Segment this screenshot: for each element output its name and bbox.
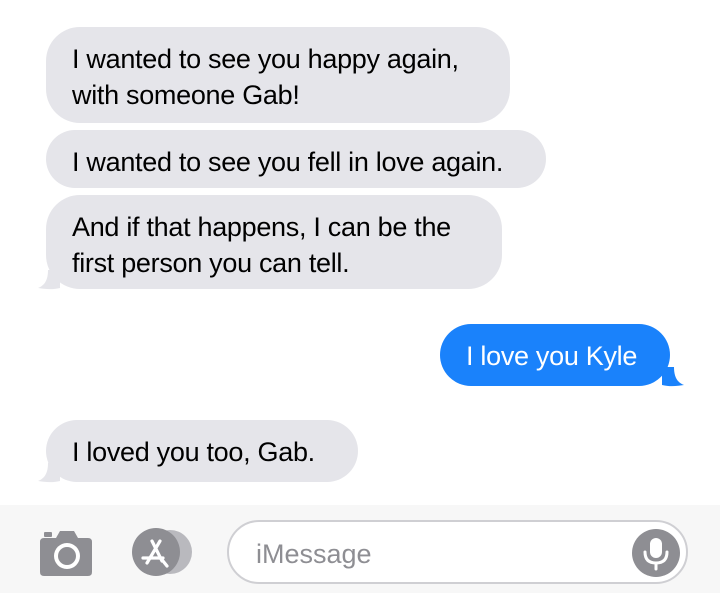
message-bubble-incoming[interactable]: I wanted to see you fell in love again. (46, 130, 546, 188)
message-bubble-outgoing[interactable]: I love you Kyle (440, 324, 670, 386)
camera-button[interactable] (38, 526, 94, 578)
bubble-tail-incoming (38, 463, 60, 483)
bubble-tail-outgoing (662, 367, 684, 387)
message-bubble-incoming[interactable]: I loved you too, Gab. (46, 420, 358, 482)
dictation-button[interactable] (632, 529, 680, 577)
message-thread-screen: I wanted to see you happy again, with so… (0, 0, 720, 593)
message-bubble-incoming[interactable]: I wanted to see you happy again, with so… (46, 27, 510, 123)
message-text-line: first person you can tell. (72, 248, 350, 278)
imessage-placeholder: iMessage (256, 539, 372, 569)
imessage-input-field[interactable]: iMessage (227, 520, 688, 584)
message-text-line: I wanted to see you fell in love again. (72, 147, 504, 177)
message-text-line: I loved you too, Gab. (72, 437, 315, 467)
bubble-tail-incoming (38, 270, 60, 290)
message-text-line: with someone Gab! (72, 80, 300, 110)
app-drawer-button[interactable] (130, 528, 196, 576)
app-store-icon (132, 528, 192, 576)
message-text-line: I love you Kyle (466, 341, 638, 371)
camera-icon (40, 531, 92, 576)
microphone-icon (643, 538, 669, 571)
message-text-line: And if that happens, I can be the (72, 212, 451, 242)
message-bubble-incoming[interactable]: And if that happens, I can be the first … (46, 195, 502, 289)
message-text-line: I wanted to see you happy again, (72, 44, 459, 74)
